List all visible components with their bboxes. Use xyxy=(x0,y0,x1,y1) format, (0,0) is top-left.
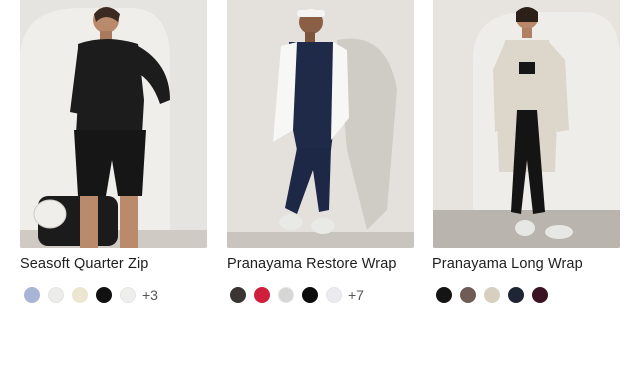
color-swatch[interactable] xyxy=(436,287,452,303)
product-grid: Seasoft Quarter Zip +3 Pranayama Restore… xyxy=(0,0,640,372)
color-swatch[interactable] xyxy=(508,287,524,303)
color-swatch[interactable] xyxy=(302,287,318,303)
color-swatch[interactable] xyxy=(460,287,476,303)
color-swatches: +3 xyxy=(24,287,158,303)
product-image[interactable] xyxy=(20,0,207,248)
product-name[interactable]: Pranayama Long Wrap xyxy=(432,256,583,272)
color-swatch[interactable] xyxy=(326,287,342,303)
color-swatches xyxy=(436,287,556,303)
color-swatch[interactable] xyxy=(96,287,112,303)
color-swatch[interactable] xyxy=(230,287,246,303)
more-colors-link[interactable]: +3 xyxy=(142,287,158,303)
product-card-pranayama-long-wrap[interactable]: Pranayama Long Wrap xyxy=(432,0,620,303)
color-swatch[interactable] xyxy=(72,287,88,303)
color-swatch[interactable] xyxy=(532,287,548,303)
color-swatches: +7 xyxy=(230,287,364,303)
product-name[interactable]: Pranayama Restore Wrap xyxy=(227,256,397,272)
more-colors-link[interactable]: +7 xyxy=(348,287,364,303)
product-image[interactable] xyxy=(433,0,620,248)
product-name[interactable]: Seasoft Quarter Zip xyxy=(20,256,148,272)
color-swatch[interactable] xyxy=(278,287,294,303)
color-swatch[interactable] xyxy=(120,287,136,303)
color-swatch[interactable] xyxy=(24,287,40,303)
color-swatch[interactable] xyxy=(484,287,500,303)
product-card-seasoft-quarter-zip[interactable]: Seasoft Quarter Zip +3 xyxy=(20,0,207,303)
product-card-pranayama-restore-wrap[interactable]: Pranayama Restore Wrap +7 xyxy=(227,0,414,303)
product-image[interactable] xyxy=(227,0,414,248)
color-swatch[interactable] xyxy=(254,287,270,303)
color-swatch[interactable] xyxy=(48,287,64,303)
